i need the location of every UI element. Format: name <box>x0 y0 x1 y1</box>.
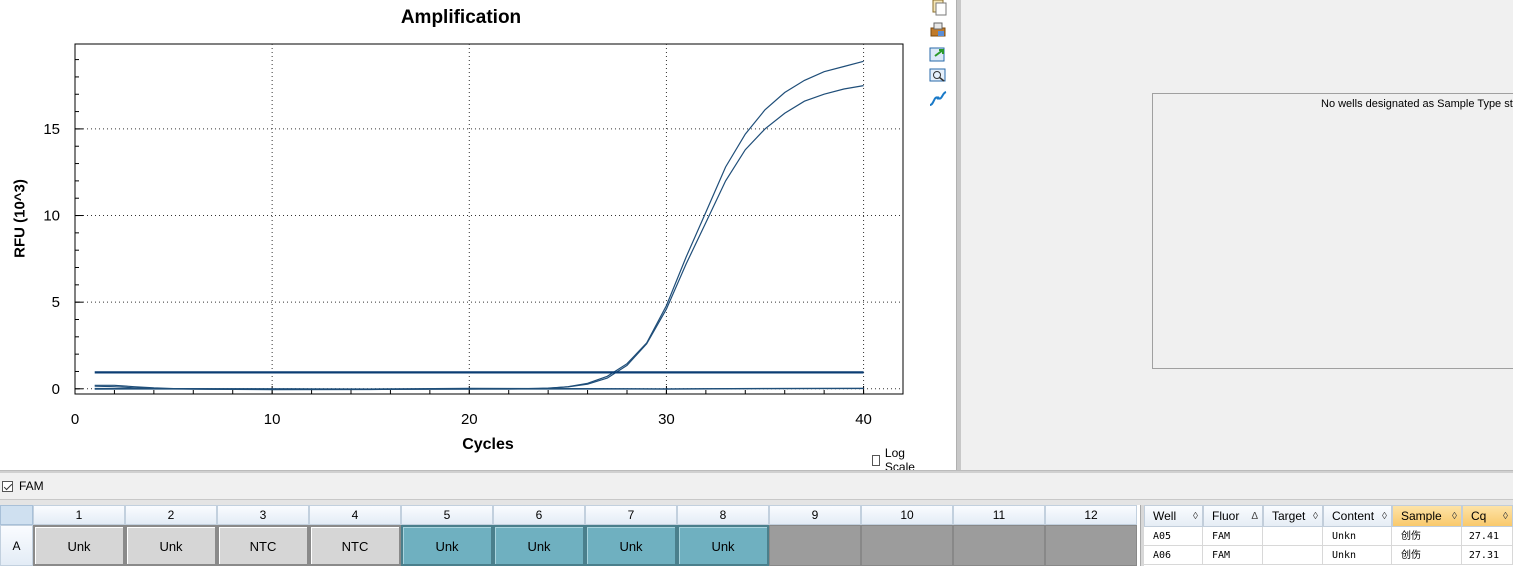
plate-column-header[interactable]: 2 <box>125 505 217 525</box>
column-header-target[interactable]: Target ◊ <box>1263 505 1323 527</box>
plate-well[interactable] <box>769 525 861 566</box>
column-header-label: Cq <box>1471 509 1487 523</box>
column-header-cq[interactable]: Cq ◊ <box>1462 505 1513 527</box>
chart-title: Amplification <box>400 7 522 28</box>
y-axis-label: RFU (10^3) <box>11 179 29 258</box>
table-cell[interactable]: 27.31 <box>1462 546 1513 565</box>
y-tick-label: 15 <box>43 121 60 138</box>
y-tick-label: 5 <box>52 294 60 311</box>
table-cell[interactable]: A06 <box>1144 546 1203 565</box>
column-header-content[interactable]: Content ◊ <box>1323 505 1392 527</box>
amplification-chart: 0 10 20 30 40 0 5 10 15 <box>43 43 904 428</box>
x-axis-label: Cycles <box>462 436 514 453</box>
table-cell[interactable] <box>1263 546 1323 565</box>
plate-well[interactable]: Unk <box>585 525 677 566</box>
table-cell[interactable]: Unkn <box>1323 527 1392 546</box>
plate-select-all[interactable] <box>0 505 33 525</box>
plate-well[interactable]: Unk <box>677 525 769 566</box>
column-header-label: Well <box>1153 509 1177 523</box>
sort-icon[interactable]: ◊ <box>1382 506 1387 526</box>
x-tick-label: 40 <box>855 411 872 428</box>
plate-well[interactable]: Unk <box>493 525 585 566</box>
plate-column-header[interactable]: 4 <box>309 505 401 525</box>
plate-column-header[interactable]: 11 <box>953 505 1045 525</box>
sort-icon[interactable]: Δ <box>1251 506 1258 526</box>
plate-row-header[interactable]: A <box>0 525 33 566</box>
y-tick-label: 10 <box>43 208 60 225</box>
log-scale-checkbox[interactable] <box>872 454 880 466</box>
trace-style-icon[interactable] <box>929 91 947 107</box>
table-cell[interactable]: 创伤 <box>1392 527 1462 546</box>
sort-icon[interactable]: ◊ <box>1452 506 1457 526</box>
column-header-label: Sample <box>1401 509 1442 523</box>
x-tick-label: 0 <box>71 411 79 428</box>
plate-well[interactable]: NTC <box>217 525 309 566</box>
sort-icon[interactable]: ◊ <box>1503 506 1508 526</box>
plate-column-header[interactable]: 7 <box>585 505 677 525</box>
column-header-sample[interactable]: Sample ◊ <box>1392 505 1462 527</box>
amplification-chart-panel: 0 10 20 30 40 0 5 10 15 Amplification RFU (10^3)… <box>0 0 920 474</box>
fluor-selector-bar: FAM <box>0 473 1513 499</box>
table-cell[interactable]: FAM <box>1203 527 1263 546</box>
standard-curve-box: No wells designated as Sample Type stand… <box>1152 93 1513 369</box>
print-icon[interactable] <box>929 22 947 38</box>
fam-checkbox[interactable] <box>2 480 13 492</box>
copy-icon[interactable] <box>929 0 947 16</box>
plate-well[interactable]: Unk <box>33 525 125 566</box>
export-icon[interactable] <box>929 46 947 62</box>
table-cell[interactable] <box>1263 527 1323 546</box>
plot-area <box>74 43 904 395</box>
plate-view: A 1 2 3 4 5 6 7 8 9 10 11 12 Unk Unk NTC NTC Unk Unk Unk Un… <box>0 505 1140 566</box>
column-header-label: Content <box>1332 509 1375 523</box>
table-cell[interactable]: Unkn <box>1323 546 1392 565</box>
no-standard-message: No wells designated as Sample Type stand… <box>1321 98 1513 110</box>
table-cell[interactable]: FAM <box>1203 546 1263 565</box>
x-tick-label: 30 <box>658 411 675 428</box>
plate-well[interactable] <box>953 525 1045 566</box>
sort-icon[interactable]: ◊ <box>1313 506 1318 526</box>
x-tick-label: 10 <box>264 411 281 428</box>
table-cell[interactable]: 27.41 <box>1462 527 1513 546</box>
sort-icon[interactable]: ◊ <box>1193 506 1198 526</box>
column-header-label: Fluor <box>1212 509 1240 523</box>
plate-column-header[interactable]: 3 <box>217 505 309 525</box>
plate-column-header[interactable]: 10 <box>861 505 953 525</box>
table-cell[interactable]: 创伤 <box>1392 546 1462 565</box>
chart-toolbar <box>924 0 954 120</box>
plate-column-header[interactable]: 8 <box>677 505 769 525</box>
column-header-fluor[interactable]: Fluor Δ <box>1203 505 1263 527</box>
table-cell[interactable]: A05 <box>1144 527 1203 546</box>
column-header-well[interactable]: Well ◊ <box>1144 505 1203 527</box>
plate-column-header[interactable]: 6 <box>493 505 585 525</box>
plate-column-header[interactable]: 12 <box>1045 505 1137 525</box>
zoom-chart-icon[interactable] <box>929 67 947 83</box>
plate-well[interactable]: Unk <box>125 525 217 566</box>
y-tick-label: 0 <box>52 381 60 398</box>
plate-column-header[interactable]: 5 <box>401 505 493 525</box>
fam-label: FAM <box>19 479 44 493</box>
column-header-label: Target <box>1272 509 1306 523</box>
plate-column-header[interactable]: 9 <box>769 505 861 525</box>
plate-column-header[interactable]: 1 <box>33 505 125 525</box>
plate-well[interactable]: NTC <box>309 525 401 566</box>
plate-well[interactable] <box>1045 525 1137 566</box>
plate-well[interactable]: Unk <box>401 525 493 566</box>
plate-well[interactable] <box>861 525 953 566</box>
results-table: Well ◊ Fluor Δ Target ◊ Content ◊ Sample ◊ Cq ◊ A05 F… <box>1144 505 1513 566</box>
x-tick-label: 20 <box>461 411 478 428</box>
